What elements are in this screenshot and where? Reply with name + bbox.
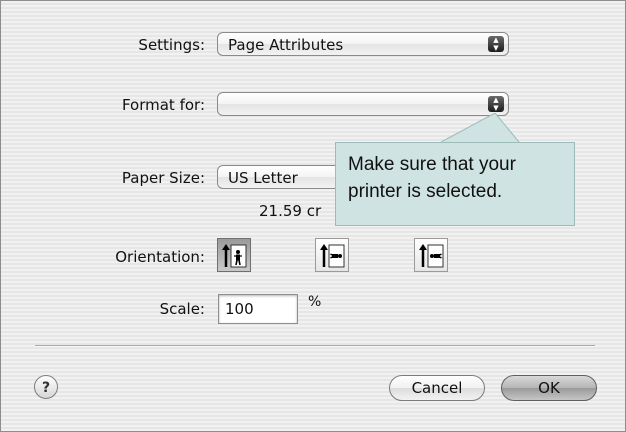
callout-pointer-icon: [441, 113, 521, 144]
settings-stepper-icon: ▲ ▼: [488, 36, 504, 52]
paper-size-label: Paper Size:: [121, 169, 205, 187]
landscape-person-icon: [320, 244, 345, 268]
paper-dimensions-text: 21.59 cr: [259, 202, 322, 220]
landscape-reverse-person-icon: [419, 244, 444, 268]
portrait-person-icon: [222, 244, 247, 268]
scale-label: Scale:: [159, 300, 205, 318]
paper-size-value: US Letter: [228, 169, 298, 187]
orientation-portrait-button[interactable]: [217, 238, 251, 272]
format-for-label: Format for:: [121, 96, 205, 114]
ok-button[interactable]: OK: [501, 375, 597, 401]
help-button[interactable]: ?: [34, 375, 58, 399]
cancel-button[interactable]: Cancel: [389, 375, 485, 401]
scale-input[interactable]: [218, 294, 298, 324]
settings-label: Settings:: [138, 36, 205, 54]
settings-popup[interactable]: Page Attributes ▲ ▼: [217, 32, 509, 56]
orientation-label: Orientation:: [115, 248, 205, 266]
callout-line-1: Make sure that your: [348, 154, 516, 175]
orientation-landscape-reverse-button[interactable]: [414, 238, 448, 272]
settings-value: Page Attributes: [228, 36, 344, 54]
separator: [35, 345, 595, 347]
orientation-landscape-button[interactable]: [315, 238, 349, 272]
question-mark-icon: ?: [41, 380, 51, 396]
callout-line-2: printer is selected.: [348, 181, 503, 202]
page-setup-dialog: Settings: Page Attributes ▲ ▼ Format for:…: [0, 0, 626, 432]
scale-unit: %: [308, 294, 322, 310]
format-for-stepper-icon: ▲ ▼: [488, 96, 504, 112]
callout-note: Make sure that your printer is selected.: [335, 142, 575, 226]
